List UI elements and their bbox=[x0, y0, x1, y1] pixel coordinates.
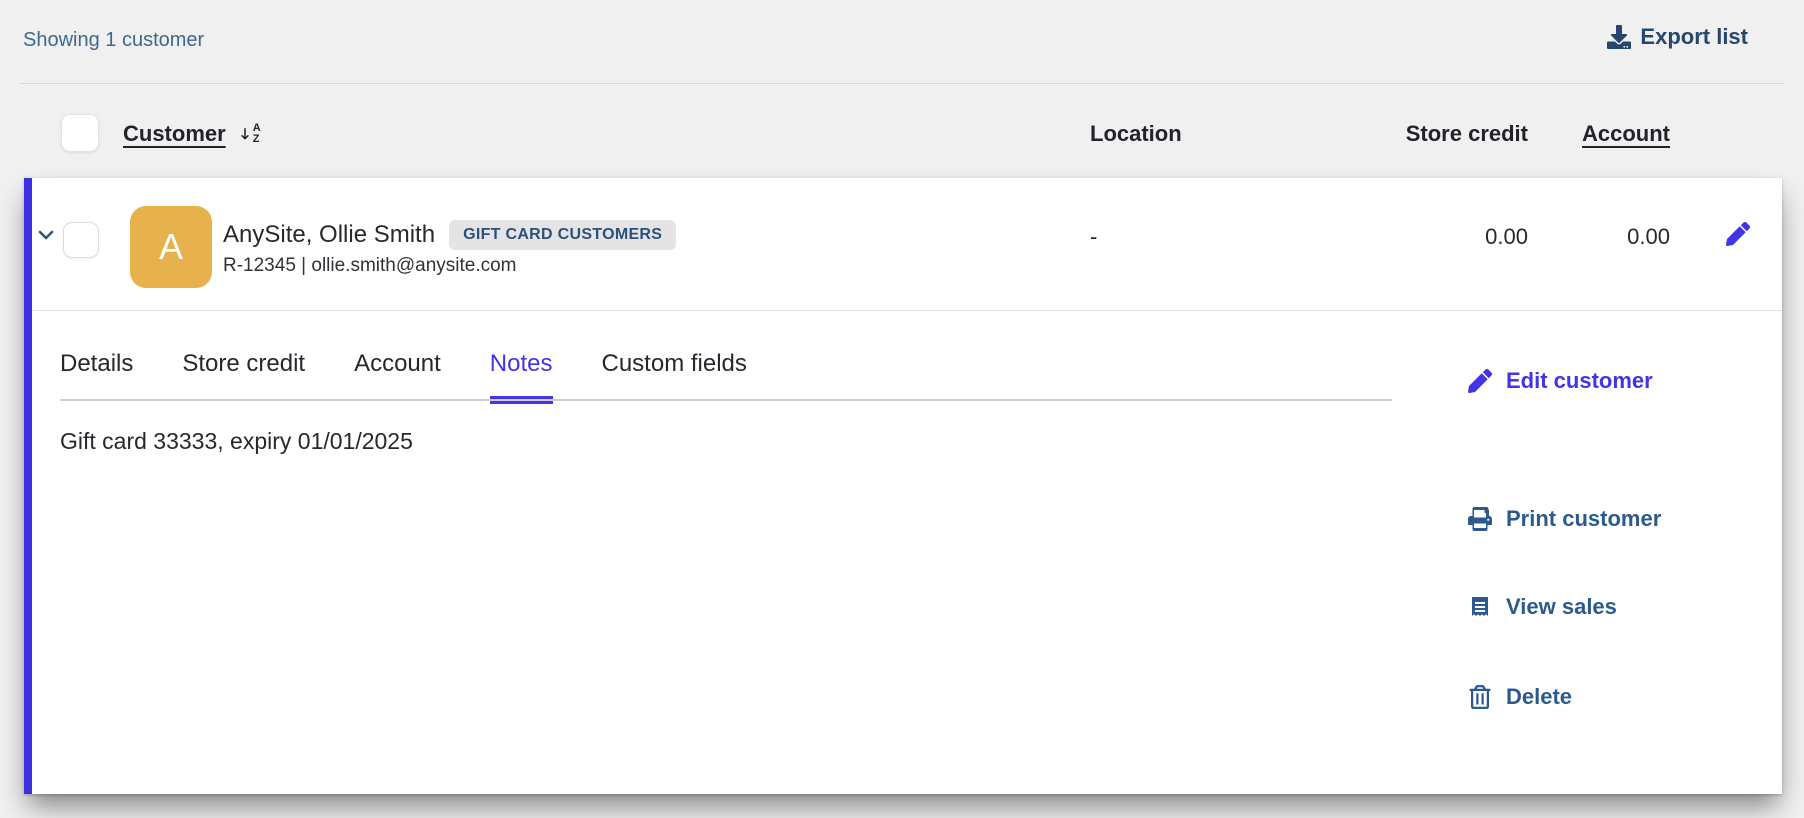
view-sales-label: View sales bbox=[1506, 594, 1617, 620]
collapse-row-chevron[interactable] bbox=[34, 223, 58, 247]
delete-customer-label: Delete bbox=[1506, 684, 1572, 710]
row-checkbox[interactable] bbox=[63, 222, 99, 258]
row-divider bbox=[32, 310, 1782, 311]
download-icon bbox=[1607, 25, 1631, 49]
tab-details[interactable]: Details bbox=[60, 350, 133, 404]
sort-az-icon[interactable]: A Z bbox=[238, 122, 261, 146]
edit-customer-button[interactable]: Edit customer bbox=[1468, 368, 1653, 394]
pencil-icon bbox=[1468, 369, 1492, 393]
print-customer-button[interactable]: Print customer bbox=[1468, 506, 1661, 532]
delete-customer-button[interactable]: Delete bbox=[1468, 684, 1572, 710]
view-sales-button[interactable]: View sales bbox=[1468, 594, 1617, 620]
tab-custom-fields[interactable]: Custom fields bbox=[602, 350, 747, 404]
tabs-baseline bbox=[60, 399, 1392, 401]
customer-group-badge: GIFT CARD CUSTOMERS bbox=[449, 220, 676, 250]
sort-letter-z: Z bbox=[253, 134, 261, 145]
avatar-letter: A bbox=[159, 226, 183, 268]
account-column-label: Account bbox=[1582, 121, 1670, 146]
select-all-checkbox[interactable] bbox=[61, 114, 99, 152]
column-header-customer[interactable]: Customer A Z bbox=[123, 121, 261, 147]
showing-count-text: Showing 1 customer bbox=[23, 29, 204, 52]
customer-code-email: R-12345 | ollie.smith@anysite.com bbox=[223, 255, 517, 277]
receipt-icon bbox=[1468, 595, 1492, 619]
print-customer-label: Print customer bbox=[1506, 506, 1661, 532]
customer-name: AnySite, Ollie Smith bbox=[223, 221, 435, 249]
tab-notes[interactable]: Notes bbox=[490, 350, 553, 404]
cell-store-credit: 0.00 bbox=[1485, 224, 1528, 250]
cell-account: 0.00 bbox=[1627, 224, 1670, 250]
customer-row-expanded[interactable]: A AnySite, Ollie Smith GIFT CARD CUSTOME… bbox=[24, 178, 1782, 794]
printer-icon bbox=[1468, 507, 1492, 531]
trash-icon bbox=[1468, 685, 1492, 709]
column-header-account[interactable]: Account bbox=[1582, 121, 1670, 147]
export-list-button[interactable]: Export list bbox=[1607, 24, 1748, 50]
customer-column-label: Customer bbox=[123, 121, 226, 147]
row-edit-pencil-icon[interactable] bbox=[1726, 222, 1750, 246]
export-list-label: Export list bbox=[1640, 24, 1748, 50]
table-header: Customer A Z Location Store credit Accou… bbox=[24, 83, 1782, 178]
column-header-location: Location bbox=[1090, 121, 1182, 147]
detail-tabs: Details Store credit Account Notes Custo… bbox=[60, 350, 747, 404]
cell-location: - bbox=[1090, 224, 1097, 250]
customer-note-text: Gift card 33333, expiry 01/01/2025 bbox=[60, 428, 413, 455]
edit-customer-label: Edit customer bbox=[1506, 368, 1653, 394]
chevron-down-icon bbox=[34, 223, 58, 247]
avatar: A bbox=[130, 206, 212, 288]
column-header-store-credit: Store credit bbox=[1406, 121, 1528, 147]
tab-account[interactable]: Account bbox=[354, 350, 441, 404]
tab-store-credit[interactable]: Store credit bbox=[182, 350, 305, 404]
